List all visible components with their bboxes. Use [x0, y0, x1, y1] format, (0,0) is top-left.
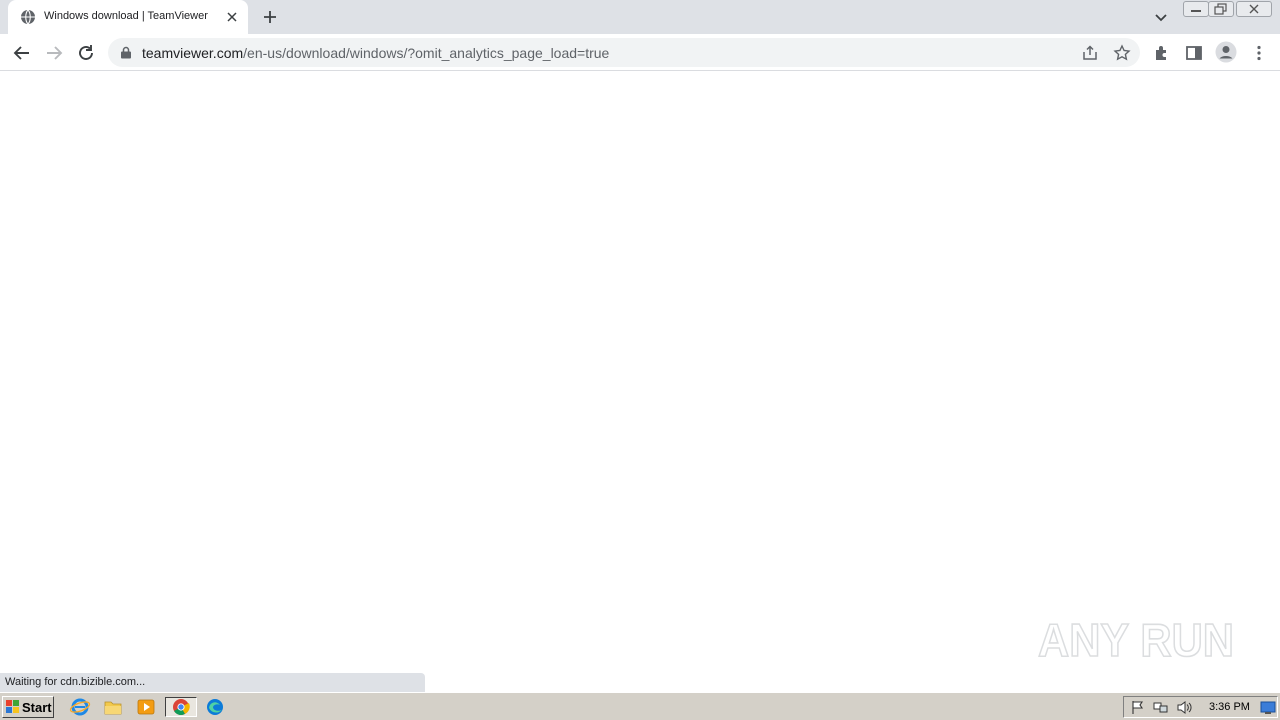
windows-logo-icon [6, 700, 19, 713]
internet-explorer-icon[interactable] [69, 697, 91, 717]
edge-icon[interactable] [204, 697, 226, 717]
minimize-icon [1191, 10, 1201, 12]
start-label: Start [22, 700, 52, 715]
status-bubble: Waiting for cdn.bizible.com... [0, 673, 425, 692]
chevron-down-icon[interactable] [1151, 8, 1171, 26]
folder-icon[interactable] [102, 697, 124, 717]
close-icon [1249, 4, 1259, 14]
address-bar[interactable]: teamviewer.com/en-us/download/windows/?o… [108, 38, 1140, 67]
url-path: /en-us/download/windows/?omit_analytics_… [243, 45, 610, 61]
share-icon[interactable] [1081, 44, 1099, 62]
tab-title: Windows download | TeamViewer [44, 10, 208, 22]
star-icon[interactable] [1113, 44, 1131, 62]
url-host: teamviewer.com [142, 45, 244, 61]
media-player-icon[interactable] [135, 697, 157, 717]
globe-icon [21, 9, 35, 25]
anyrun-watermark: ANY RUN [1037, 613, 1235, 667]
url-text: teamviewer.com/en-us/download/windows/?o… [142, 45, 609, 61]
puzzle-icon[interactable] [1152, 43, 1172, 63]
profile-icon[interactable] [1215, 41, 1237, 63]
close-icon[interactable] [224, 9, 240, 25]
tab-strip: Windows download | TeamViewer [0, 0, 1280, 34]
start-button[interactable]: Start [2, 696, 54, 718]
taskbar: Start 3:36 PM [0, 692, 1280, 720]
restore-icon [1214, 3, 1227, 15]
chrome-taskbar-button[interactable] [165, 697, 197, 717]
network-icon[interactable] [1153, 700, 1169, 715]
browser-toolbar: teamviewer.com/en-us/download/windows/?o… [0, 34, 1280, 71]
screen: Windows download | TeamViewer teamviewer… [0, 0, 1280, 720]
kebab-menu-icon[interactable] [1249, 43, 1269, 63]
volume-icon[interactable] [1176, 700, 1192, 715]
window-minimize-button[interactable] [1183, 1, 1209, 17]
system-tray: 3:36 PM [1123, 696, 1278, 718]
browser-tab[interactable]: Windows download | TeamViewer [8, 0, 248, 34]
side-panel-icon[interactable] [1184, 43, 1204, 63]
plus-icon[interactable] [260, 8, 280, 26]
taskbar-clock[interactable]: 3:36 PM [1209, 701, 1250, 713]
arrow-left-icon[interactable] [10, 41, 34, 65]
reload-icon[interactable] [74, 41, 98, 65]
window-close-button[interactable] [1236, 1, 1272, 17]
watermark-text: ANY RUN [1038, 614, 1234, 666]
window-restore-button[interactable] [1208, 1, 1234, 17]
show-desktop-icon[interactable] [1260, 700, 1276, 715]
flag-icon[interactable] [1130, 700, 1146, 715]
arrow-right-icon[interactable] [42, 41, 66, 65]
page-content [0, 72, 1280, 692]
chrome-icon [173, 699, 190, 715]
lock-icon[interactable] [120, 46, 132, 59]
